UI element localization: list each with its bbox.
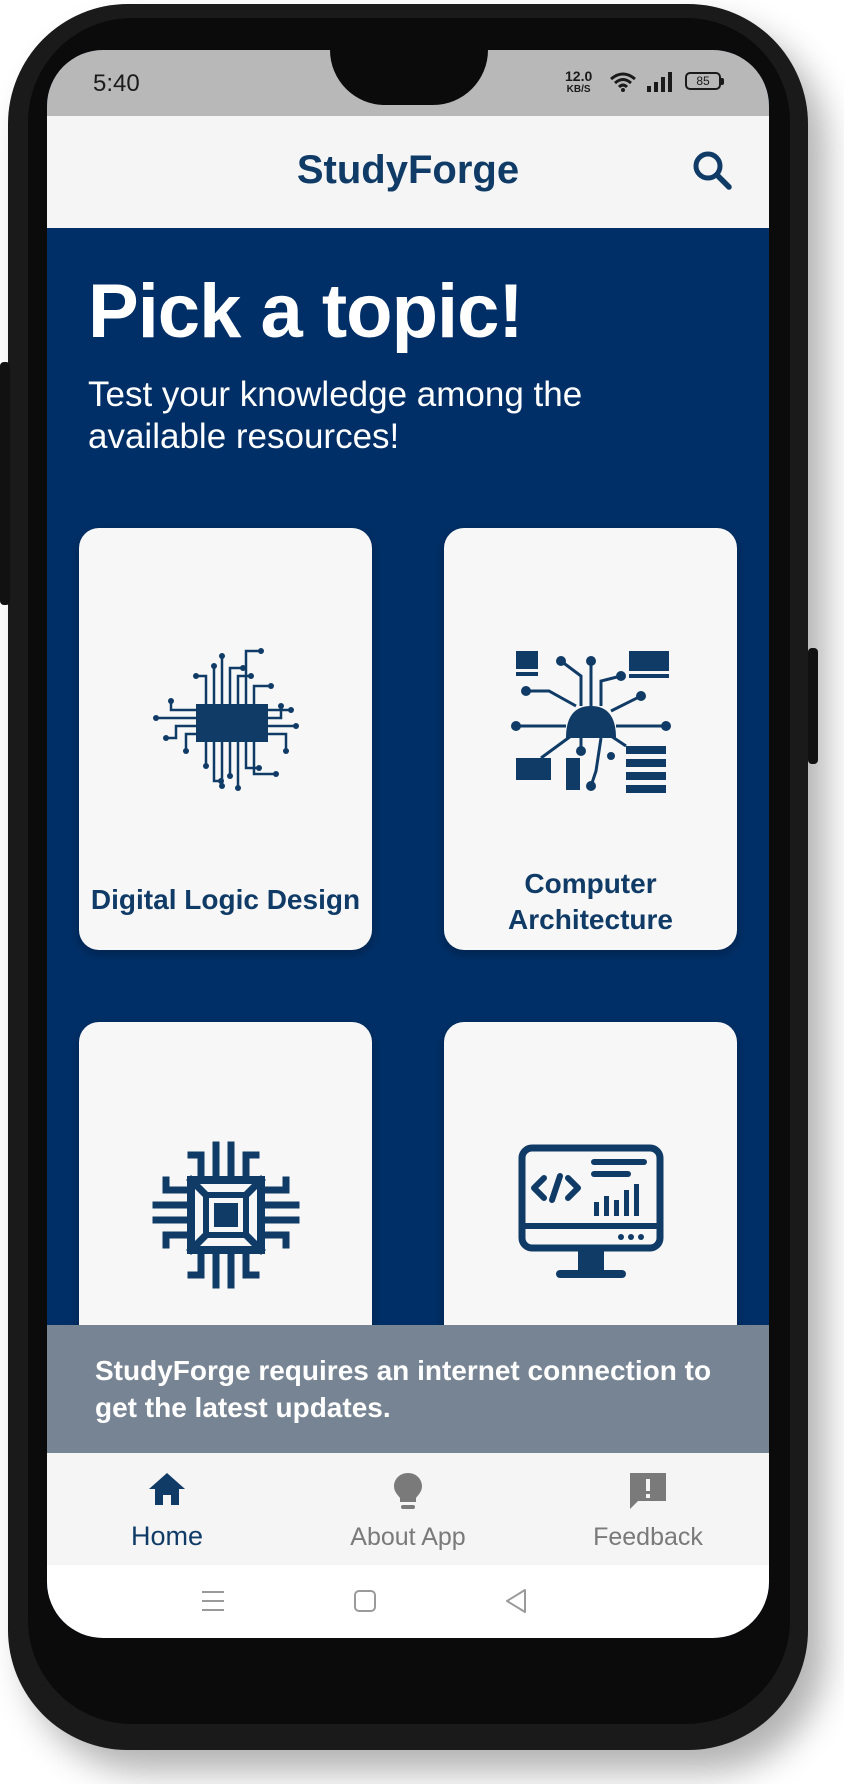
topic-card-label: Digital Logic Design [90,884,361,915]
cpu-network-icon [510,651,671,793]
nav-item-home[interactable]: Home [47,1453,287,1565]
home-square-icon[interactable] [345,1581,385,1621]
nav-label-about-app: About App [350,1523,466,1551]
status-bar: 5:40 12.0 KB/S 85 [47,50,769,116]
status-time: 5:40 [93,70,140,97]
topic-card-label: Computer Architecture [508,868,673,935]
nav-label-home: Home [130,1521,204,1551]
app-title: StudyForge [296,148,520,192]
page-subtitle: Test your knowledge among the available … [88,375,583,456]
network-speed: 12.0 KB/S [565,68,593,96]
page-title: Pick a topic! [88,269,524,354]
connection-snackbar: StudyForge requires an internet connecti… [47,1325,769,1453]
camera-notch [330,50,488,105]
battery-level: 85 [696,74,710,88]
app-bar: StudyForge [47,116,769,228]
nav-label-feedback: Feedback [593,1523,703,1551]
menu-icon[interactable] [193,1581,233,1621]
signal-icon [647,72,672,92]
home-icon [149,1473,185,1505]
processor-chip-icon [152,1141,299,1289]
back-icon[interactable] [497,1581,537,1621]
battery-icon: 85 [685,72,724,90]
network-speed-unit: KB/S [566,84,591,95]
wifi-icon [610,72,636,92]
screen: 5:40 12.0 KB/S 85 StudyForge Pick a topi… [47,50,769,1638]
power-button [808,648,818,764]
search-icon[interactable] [687,146,737,196]
feedback-icon [630,1473,666,1509]
topic-card-computer-architecture[interactable]: Computer Architecture [444,528,737,950]
nav-item-feedback[interactable]: Feedback [528,1453,768,1565]
topic-card-digital-logic-design[interactable]: Digital Logic Design [79,528,372,950]
lightbulb-icon [394,1473,422,1509]
network-speed-value: 12.0 [565,68,593,84]
microchip-circuit-icon [152,648,299,791]
monitor-code-icon [518,1144,663,1278]
system-navigation-bar [47,1565,769,1638]
bottom-navigation: Home About App Feedback [47,1453,769,1565]
snackbar-message: StudyForge requires an internet connecti… [95,1355,712,1423]
nav-item-about-app[interactable]: About App [288,1453,528,1565]
volume-button [0,362,10,605]
